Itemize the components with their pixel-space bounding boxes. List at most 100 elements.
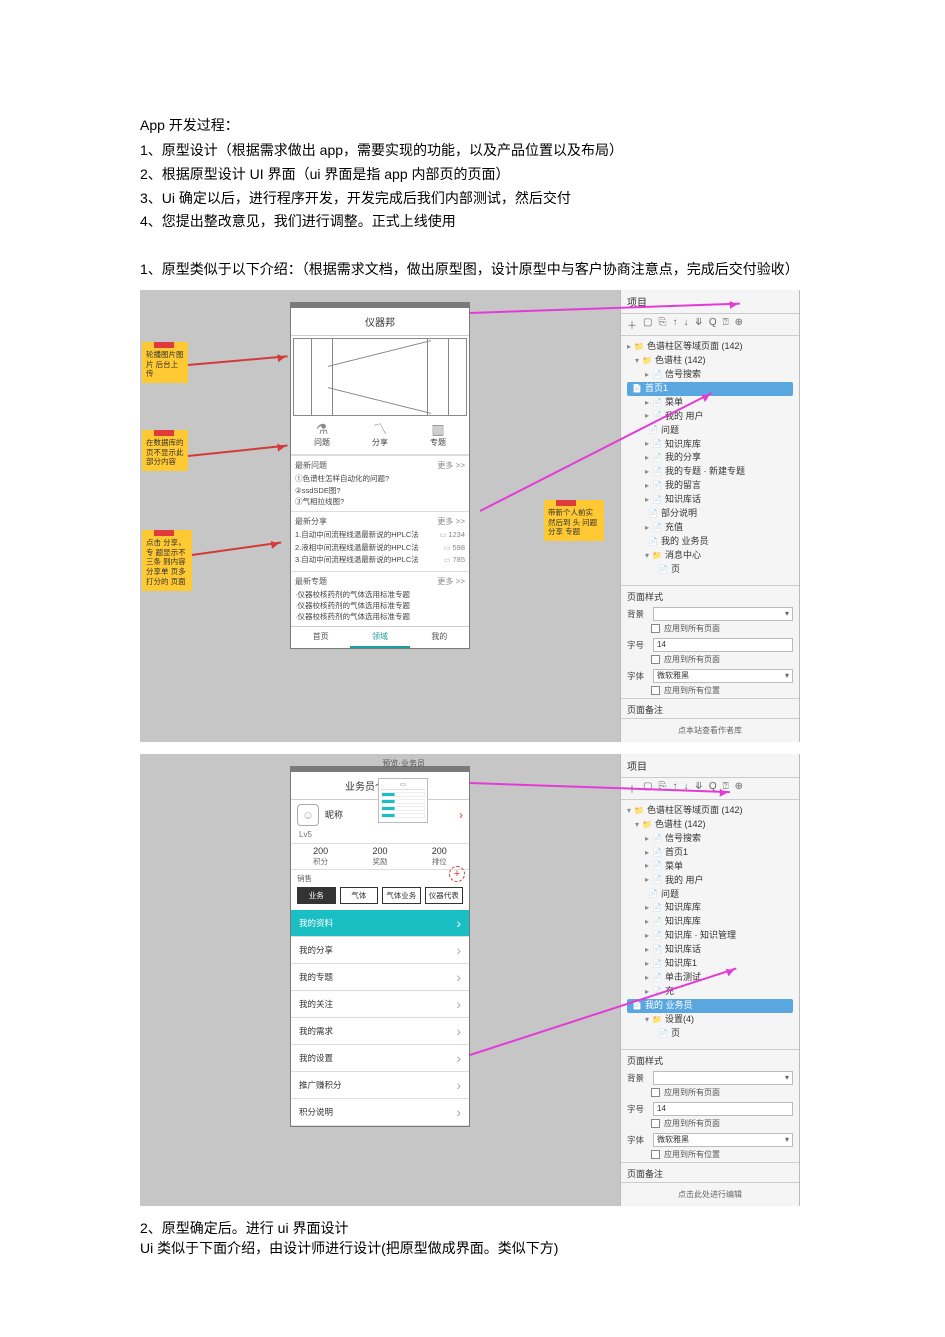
list-item[interactable]: ③气相拉线图? [295,496,465,507]
tree-row[interactable]: ▸📄知识库话 [627,943,793,957]
checkbox[interactable] [651,1119,660,1128]
panel-footer[interactable]: 点本站查看作者库 [621,718,799,742]
tree-row[interactable]: ▸📄我的分享 [627,451,793,465]
down-icon[interactable]: ↓ [683,781,688,796]
tree-row[interactable]: ▾📁色谱柱 (142) [627,354,793,368]
list-item[interactable]: ②ssdSDE图? [295,485,465,496]
tree-row[interactable]: ▸📄信号搜索 [627,368,793,382]
tree-row[interactable]: 📄页 [627,563,793,577]
tree-row[interactable]: 📄问题 [627,424,793,438]
tab-home[interactable]: 首页 [291,627,350,648]
tree-row[interactable]: ▾📁色谱柱 (142) [627,818,793,832]
tree-row[interactable]: ▾📁消息中心 [627,549,793,563]
tree-row[interactable]: ▸📄信号搜索 [627,832,793,846]
menu-item[interactable]: 我的设置› [291,1045,469,1072]
sticky-note[interactable]: 带新个人前实 然后到 头 问题 分享 专题 [544,500,604,541]
nav-item-question[interactable]: ⚗ 问题 [314,422,330,448]
tree-row[interactable]: ▸📄菜单 [627,860,793,874]
list-item[interactable]: ①色谱柱怎样自动化的问题? [295,473,465,484]
carousel-placeholder[interactable] [293,338,467,416]
sticky-note[interactable]: 点击 分享，专 题显示不三条 则内容分享单 页多打分的 页面 [142,530,192,591]
tree-row[interactable]: ▾📁色谱柱区等域页面 (142) [627,804,793,818]
fontfamily-select[interactable]: 微软雅黑 [653,669,793,683]
tree-row[interactable]: ▸📄充 [627,985,793,999]
panel-footer[interactable]: 点击此处进行编辑 [621,1182,799,1206]
fontfamily-select[interactable]: 微软雅黑 [653,1133,793,1147]
segment-rep[interactable]: 仪器代表 [425,887,464,904]
nav-item-topic[interactable]: ▥ 专题 [430,422,446,448]
checkbox[interactable] [651,655,660,664]
list-item[interactable]: 2.液相中间流程线温最新说的HPLC法 ▭598 [295,542,465,555]
menu-item[interactable]: 我的需求› [291,1018,469,1045]
search-icon[interactable]: Q [709,317,717,332]
segment-business[interactable]: 业务 [297,887,336,904]
fontsize-input[interactable]: 14 [653,638,793,652]
tree-row[interactable]: ▸📄知识库库 [627,901,793,915]
page-icon[interactable]: ▢ [643,317,652,332]
collapse-icon[interactable]: ⤋ [694,317,702,332]
segment-gas[interactable]: 气体 [340,887,379,904]
stat-rank[interactable]: 200排位 [410,844,469,869]
down-icon[interactable]: ↓ [683,317,688,332]
tab-domain[interactable]: 领域 [350,627,409,648]
tree-row[interactable]: 📄页 [627,1027,793,1041]
help-icon[interactable]: ⍰ [723,317,729,332]
tree-row[interactable]: ▸📄我的专题 · 新建专题 [627,465,793,479]
bg-picker[interactable] [653,607,793,621]
tree-row[interactable]: ▸📁色谱柱区等域页面 (142) [627,340,793,354]
sticky-note[interactable]: 轮播图片图片 后台上传 [142,342,188,383]
more-link[interactable]: 更多 >> [437,576,465,587]
list-item[interactable]: ·仪器校核药剂的气体选用标准专题 [295,600,465,611]
nav-item-share[interactable]: 〽 分享 [372,422,388,448]
tree-row[interactable]: ▸📄知识库 · 知识管理 [627,929,793,943]
menu-item[interactable]: 我的专题› [291,964,469,991]
menu-item[interactable]: 我的分享› [291,937,469,964]
menu-item[interactable]: 积分说明› [291,1099,469,1126]
collapse-icon[interactable]: ⤋ [694,781,702,796]
page-tree[interactable]: ▾📁色谱柱区等域页面 (142)▾📁色谱柱 (142)▸📄信号搜索▸📄首页1▸📄… [621,800,799,1049]
tree-row[interactable]: ▸📄知识库话 [627,493,793,507]
tab-mine[interactable]: 我的 [410,627,469,648]
tree-row[interactable]: 📄部分说明 [627,507,793,521]
fontsize-input[interactable]: 14 [653,1102,793,1116]
tree-row[interactable]: ▾📁设置(4) [627,1013,793,1027]
tree-row[interactable]: 📄问题 [627,888,793,902]
tree-row[interactable]: 📄我的 业务员 [627,535,793,549]
tree-row[interactable]: ▸📄知识库库 [627,915,793,929]
list-item[interactable]: 3.自动中间流程线温最新说的HPLC法 ▭785 [295,554,465,567]
up-icon[interactable]: ↑ [672,317,677,332]
checkbox[interactable] [651,686,660,695]
more-link[interactable]: 更多 >> [437,460,465,471]
list-item[interactable]: 1.自动中间流程线温最新说的HPLC法 ▭1234 [295,529,465,542]
list-item[interactable]: ·仪器校核药剂的气体选用标准专题 [295,589,465,600]
menu-item[interactable]: 我的关注› [291,991,469,1018]
list-item[interactable]: ·仪器校核药剂的气体选用标准专题 [295,611,465,622]
more-icon[interactable]: ⊕ [735,781,743,796]
tree-row[interactable]: ▸📄首页1 [627,846,793,860]
bg-picker[interactable] [653,1071,793,1085]
checkbox[interactable] [651,1150,660,1159]
tree-row[interactable]: ▸📄我的留言 [627,479,793,493]
checkbox[interactable] [651,624,660,633]
menu-item[interactable]: 推广赚积分› [291,1072,469,1099]
tree-row[interactable]: ▸📄我的 用户 [627,874,793,888]
sticky-note[interactable]: 在数据库的 页不显示此 部分内容 [142,430,188,471]
tree-row[interactable]: ▸📄单击测试 [627,971,793,985]
copy-icon[interactable]: ⎘ [658,317,666,332]
tree-row[interactable]: 📄我的 业务员 [627,999,793,1013]
add-icon[interactable]: + [449,866,465,882]
preview-thumbnail[interactable]: ▭ [378,778,428,823]
page-tree[interactable]: ▸📁色谱柱区等域页面 (142)▾📁色谱柱 (142)▸📄信号搜索 📄首页1▸📄… [621,336,799,585]
stat-reward[interactable]: 200奖励 [350,844,409,869]
add-icon[interactable]: ＋ [627,317,637,332]
stat-points[interactable]: 200积分 [291,844,350,869]
segment-gas-biz[interactable]: 气体业务 [382,887,421,904]
menu-item[interactable]: 我的资料› [291,910,469,937]
more-link[interactable]: 更多 >> [437,516,465,527]
tree-row[interactable]: ▸📄知识库库 [627,438,793,452]
search-icon[interactable]: Q [709,781,717,796]
tree-row[interactable]: ▸📄知识库1 [627,957,793,971]
checkbox[interactable] [651,1088,660,1097]
more-icon[interactable]: ⊕ [735,317,743,332]
tree-row[interactable]: ▸📄充值 [627,521,793,535]
